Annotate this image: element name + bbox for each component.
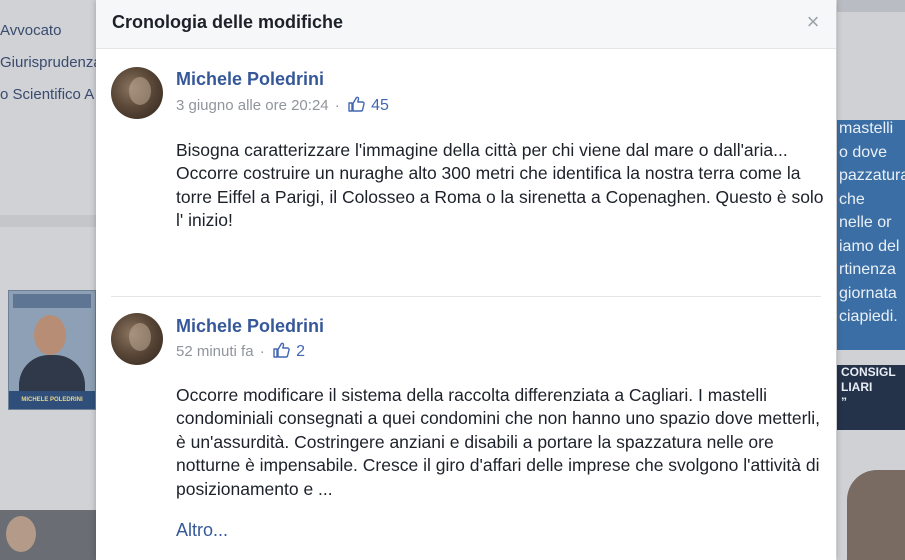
preview-line: mastelli	[839, 120, 894, 137]
post-text: Bisogna caratterizzare l'immagine della …	[176, 139, 826, 233]
poster-face	[34, 315, 66, 355]
like-count[interactable]: 2	[296, 343, 305, 360]
close-icon[interactable]: ×	[804, 11, 822, 33]
like-icon[interactable]	[348, 96, 365, 116]
background-links: Avvocato Giurisprudenza o Scientifico A	[0, 22, 102, 118]
background-photo	[847, 470, 905, 560]
post-paragraph: Bisogna caratterizzare l'immagine della …	[176, 140, 788, 160]
banner-line: CONSIGL	[841, 365, 896, 379]
background-link: o Scientifico A	[0, 86, 95, 103]
post-text: Occorre modificare il sistema della racc…	[176, 384, 826, 501]
like-count[interactable]: 45	[371, 97, 389, 114]
preview-line: rtinenza	[839, 261, 896, 278]
edit-history-dialog: Cronologia delle modifiche × Michele Pol…	[96, 0, 836, 560]
background-post-preview: mastelli o dove pazzatura che nelle or i…	[837, 120, 905, 350]
poster-banner	[13, 294, 91, 308]
background-topbar	[837, 0, 905, 12]
background-banner: CONSIGL LIARI ”	[837, 365, 905, 430]
post-paragraph: Occorre modificare il sistema della racc…	[176, 385, 821, 499]
avatar[interactable]	[111, 67, 163, 119]
post-timestamp[interactable]: 52 minuti fa	[176, 343, 254, 360]
preview-line: nelle or	[839, 214, 892, 231]
background-right-column: mastelli o dove pazzatura che nelle or i…	[837, 0, 905, 560]
post-meta: 3 giugno alle ore 20:24 · 45	[176, 96, 389, 116]
background-link: Avvocato	[0, 22, 62, 39]
preview-line: che	[839, 190, 865, 208]
see-more-link[interactable]: Altro...	[176, 520, 228, 541]
entry-divider	[111, 296, 821, 297]
thumbnail-head	[6, 516, 36, 552]
poster-name: MICHELE POLEDRINI	[9, 391, 95, 409]
preview-line: o dove	[839, 143, 888, 161]
avatar[interactable]	[111, 313, 163, 365]
dialog-header: Cronologia delle modifiche ×	[96, 0, 836, 49]
post-paragraph: Occorre costruire un nuraghe alto 300 me…	[176, 163, 824, 231]
meta-separator: ·	[259, 343, 265, 360]
poster-suit	[19, 355, 85, 391]
post-timestamp[interactable]: 3 giugno alle ore 20:24	[176, 97, 329, 114]
preview-line: pazzatura	[839, 167, 905, 184]
dialog-title: Cronologia delle modifiche	[112, 12, 344, 32]
banner-line: LIARI	[841, 380, 873, 394]
preview-line: ciapiedi.	[839, 308, 898, 325]
background-photo-thumbnail	[0, 510, 96, 560]
background-campaign-poster: MICHELE POLEDRINI	[8, 290, 96, 410]
author-name[interactable]: Michele Poledrini	[176, 316, 324, 337]
banner-line: ”	[841, 395, 847, 409]
author-name[interactable]: Michele Poledrini	[176, 69, 324, 90]
like-icon[interactable]	[273, 342, 290, 362]
meta-separator: ·	[334, 97, 340, 114]
preview-line: giornata	[839, 284, 897, 302]
preview-line: iamo del	[839, 237, 900, 255]
background-link: Giurisprudenza	[0, 54, 102, 71]
background-left-column: Avvocato Giurisprudenza o Scientifico A …	[0, 0, 102, 560]
post-meta: 52 minuti fa · 2	[176, 342, 305, 362]
background-divider	[0, 215, 96, 227]
